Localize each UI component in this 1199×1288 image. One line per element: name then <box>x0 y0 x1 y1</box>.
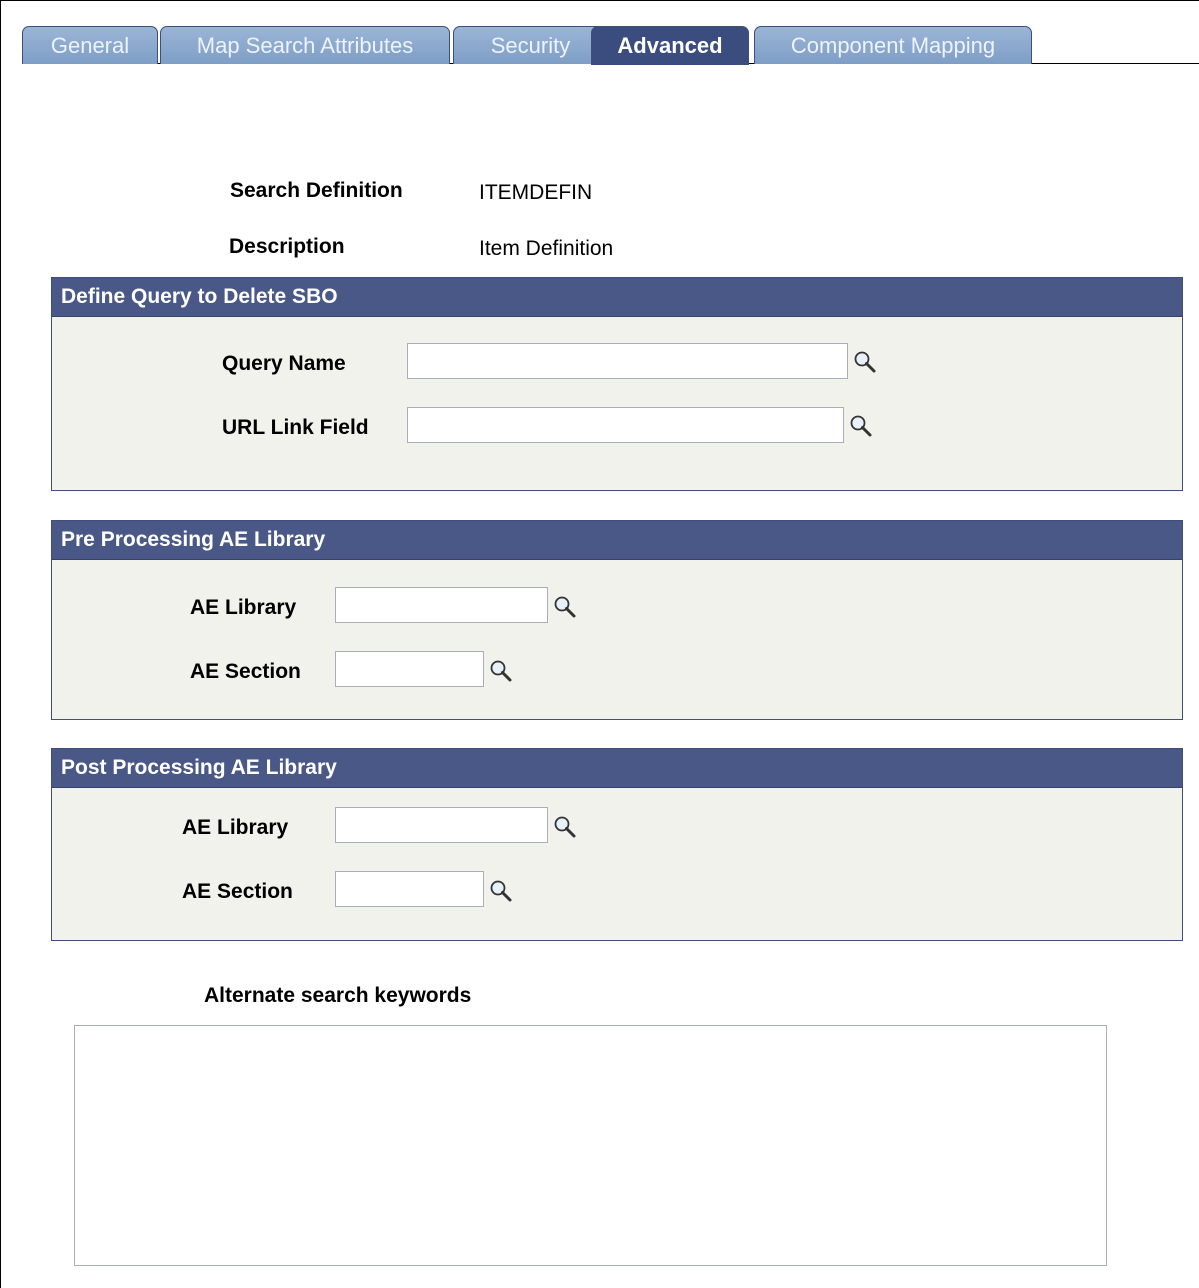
define-query-group: Define Query to Delete SBO Query Name UR… <box>51 277 1183 491</box>
pre-processing-group: Pre Processing AE Library AE Library AE … <box>51 520 1183 720</box>
pre-ae-section-label: AE Section <box>190 660 301 683</box>
query-name-label: Query Name <box>222 352 346 375</box>
query-name-input[interactable] <box>407 343 848 379</box>
magnifier-icon[interactable] <box>848 413 874 439</box>
post-ae-library-label: AE Library <box>182 816 289 839</box>
magnifier-icon[interactable] <box>852 349 878 375</box>
tab-strip: General Map Search Attributes Security A… <box>22 26 1199 65</box>
url-link-field-input[interactable] <box>407 407 844 443</box>
post-processing-group: Post Processing AE Library AE Library AE… <box>51 748 1183 941</box>
pre-ae-library-input[interactable] <box>335 587 548 623</box>
magnifier-icon[interactable] <box>552 814 578 840</box>
alternate-keywords-textarea[interactable] <box>74 1025 1107 1266</box>
search-definition-label: Search Definition <box>230 179 403 202</box>
post-processing-group-title: Post Processing AE Library <box>52 749 1182 788</box>
post-ae-library-input[interactable] <box>335 807 548 843</box>
alternate-keywords-label: Alternate search keywords <box>204 984 472 1007</box>
post-ae-section-label: AE Section <box>182 880 293 903</box>
pre-ae-section-input[interactable] <box>335 651 484 687</box>
tab-component-mapping[interactable]: Component Mapping <box>754 26 1032 64</box>
search-definition-value: ITEMDEFIN <box>479 181 593 204</box>
pre-ae-library-label: AE Library <box>190 596 297 619</box>
tab-advanced[interactable]: Advanced <box>591 26 749 65</box>
tab-map-search-attributes[interactable]: Map Search Attributes <box>160 26 450 64</box>
define-query-group-title: Define Query to Delete SBO <box>52 278 1182 317</box>
tab-general[interactable]: General <box>22 26 158 64</box>
post-ae-section-input[interactable] <box>335 871 484 907</box>
description-label: Description <box>229 235 345 258</box>
pre-processing-group-title: Pre Processing AE Library <box>52 521 1182 560</box>
magnifier-icon[interactable] <box>552 594 578 620</box>
description-value: Item Definition <box>479 237 614 260</box>
url-link-field-label: URL Link Field <box>222 416 369 439</box>
magnifier-icon[interactable] <box>488 878 514 904</box>
tab-security[interactable]: Security <box>453 26 608 64</box>
magnifier-icon[interactable] <box>488 658 514 684</box>
